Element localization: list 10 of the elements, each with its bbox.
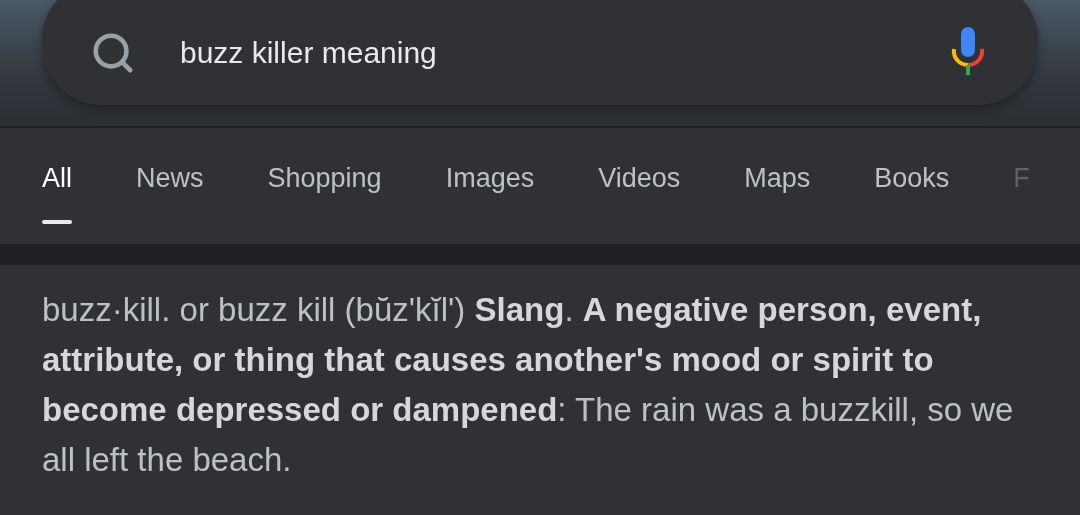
search-field[interactable]: buzz killer meaning — [180, 35, 906, 70]
search-bar[interactable]: buzz killer meaning — [42, 0, 1038, 105]
tab[interactable]: Shopping — [267, 148, 382, 224]
tab[interactable]: News — [136, 148, 204, 224]
tab[interactable]: Maps — [744, 148, 811, 224]
tab[interactable]: Books — [874, 148, 950, 224]
tab[interactable]: All — [42, 148, 72, 224]
tab[interactable]: Videos — [598, 148, 681, 224]
tab[interactable]: Images — [445, 148, 535, 224]
definition-text: buzz·kill. or buzz kill (bŭz'kĭl') Slang. A negative person, event, attribute, or thing that causes another's mood or spirit to become depressed or dampened: The rain was a buzzkill, so we all left the beach. — [42, 290, 1015, 480]
